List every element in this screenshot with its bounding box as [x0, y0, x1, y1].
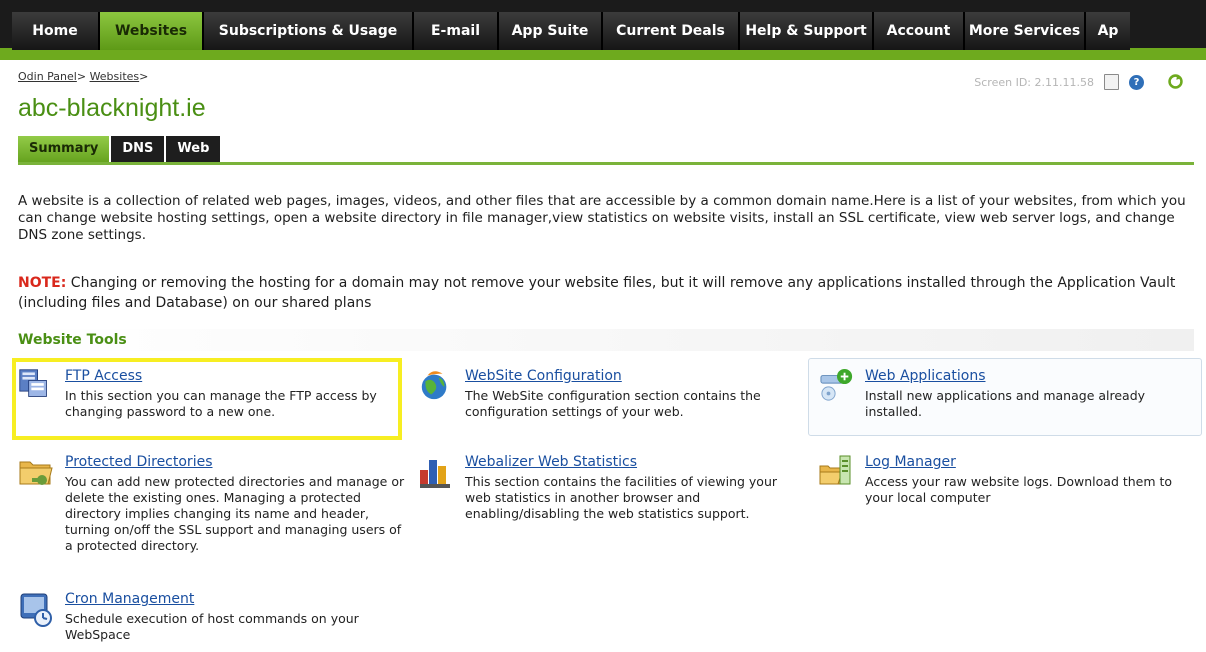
help-icon[interactable]: ? [1129, 74, 1144, 90]
nav-tab-ap[interactable]: Ap [1086, 12, 1130, 50]
note-text: NOTE: Changing or removing the hosting f… [18, 273, 1198, 313]
nav-tab-email[interactable]: E-mail [414, 12, 499, 50]
note-body: Changing or removing the hosting for a d… [18, 275, 1176, 311]
webalizer-statistics-icon [420, 460, 450, 488]
tab-summary[interactable]: Summary [18, 136, 110, 162]
main-nav: Home Websites Subscriptions & Usage E-ma… [12, 12, 1130, 50]
protected-directories-link[interactable]: Protected Directories [65, 454, 213, 470]
cron-management-icon [20, 593, 52, 627]
website-configuration-link[interactable]: WebSite Configuration [465, 368, 622, 384]
website-configuration-icon [421, 371, 447, 400]
tabs-underline [18, 162, 1194, 165]
page-title: abc-blacknight.ie [18, 94, 206, 122]
nav-tab-websites[interactable]: Websites [100, 12, 204, 50]
breadcrumb-odin-panel[interactable]: Odin Panel [18, 70, 77, 83]
screen-id-label: Screen ID: 2.11.11.58 [974, 75, 1094, 89]
web-applications-desc: Install new applications and manage alre… [865, 388, 1146, 419]
ftp-access-desc: In this section you can manage the FTP a… [65, 388, 377, 419]
website-configuration-desc: The WebSite configuration section contai… [465, 388, 761, 419]
breadcrumb-websites[interactable]: Websites [90, 70, 140, 83]
webalizer-statistics-desc: This section contains the facilities of … [465, 474, 777, 521]
webalizer-statistics-link[interactable]: Webalizer Web Statistics [465, 454, 637, 470]
intro-text: A website is a collection of related web… [18, 193, 1186, 243]
cron-management-desc: Schedule execution of host commands on y… [65, 611, 359, 642]
web-applications-link[interactable]: Web Applications [865, 368, 986, 384]
nav-tab-home[interactable]: Home [12, 12, 100, 50]
note-label: NOTE: [18, 275, 67, 291]
ftp-access-link[interactable]: FTP Access [65, 368, 142, 384]
tab-web[interactable]: Web [166, 136, 221, 162]
log-manager-icon [819, 455, 851, 485]
nav-tab-subscriptions[interactable]: Subscriptions & Usage [204, 12, 414, 50]
web-applications-icon [820, 368, 853, 401]
website-tools-heading: Website Tools [18, 329, 1194, 351]
refresh-icon[interactable] [1167, 73, 1184, 90]
breadcrumb: Odin Panel> Websites> [18, 70, 148, 83]
nav-tab-current-deals[interactable]: Current Deals [603, 12, 740, 50]
sub-tabs: Summary DNS Web [18, 136, 222, 162]
protected-directories-icon [19, 461, 53, 485]
cron-management-link[interactable]: Cron Management [65, 591, 194, 607]
tab-dns[interactable]: DNS [111, 136, 165, 162]
protected-directories-desc: You can add new protected directories an… [65, 474, 405, 553]
document-icon[interactable] [1104, 74, 1119, 90]
nav-tab-account[interactable]: Account [874, 12, 965, 50]
breadcrumb-separator: > [139, 70, 149, 83]
log-manager-desc: Access your raw website logs. Download t… [865, 474, 1173, 505]
nav-tab-help-support[interactable]: Help & Support [740, 12, 874, 50]
log-manager-link[interactable]: Log Manager [865, 454, 956, 470]
screen-id-area: Screen ID: 2.11.11.58 ? [974, 74, 1144, 90]
nav-tab-app-suite[interactable]: App Suite [499, 12, 603, 50]
nav-tab-more-services[interactable]: More Services [965, 12, 1086, 50]
ftp-access-icon [19, 369, 47, 397]
breadcrumb-separator: > [76, 70, 87, 83]
